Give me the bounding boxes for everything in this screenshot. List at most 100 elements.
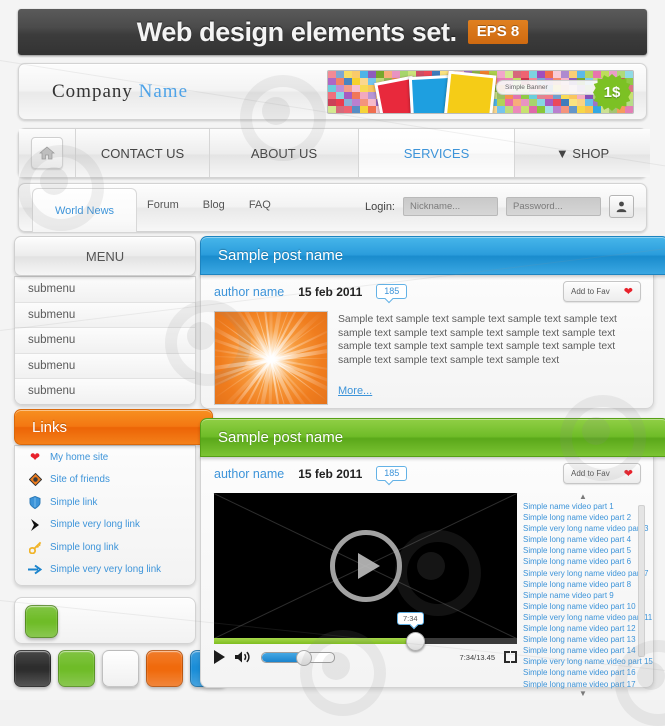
playlist-items: Simple name video part 1 Simple long name… — [523, 501, 653, 690]
link-row[interactable]: Simple link — [15, 491, 195, 514]
links-panel-header: Links — [14, 409, 213, 445]
post-blue-meta: author name 15 feb 2011 185 — [214, 284, 408, 299]
post-green-comment-count[interactable]: 185 — [376, 466, 408, 481]
play-icon[interactable] — [214, 650, 225, 664]
post-blue-body: author name 15 feb 2011 185 Add to Fav ❤… — [200, 272, 654, 409]
playlist-item[interactable]: Simple very long name video part 11 — [523, 612, 652, 623]
link-row[interactable]: ❤ My home site — [15, 446, 195, 469]
selected-color-swatch[interactable] — [25, 605, 58, 638]
home-icon — [31, 137, 63, 169]
link-row[interactable]: Site of friends — [15, 469, 195, 492]
playlist-item[interactable]: Simple long name video part 5 — [523, 545, 643, 556]
playlist-item[interactable]: Simple very long name video part 3 — [523, 523, 648, 534]
nav-row: CONTACT US ABOUT US SERVICES ▼ SHOP — [19, 129, 650, 177]
color-swatch[interactable] — [58, 650, 95, 687]
sidebar-submenu-item[interactable]: submenu — [15, 379, 195, 404]
user-login-button[interactable] — [609, 195, 634, 218]
nav-item-about-us[interactable]: ABOUT US — [210, 129, 359, 177]
video-seek-bar[interactable]: 7:34 — [214, 612, 517, 651]
login-label: Login: — [365, 200, 395, 213]
post-green-author[interactable]: author name — [214, 467, 284, 481]
playlist-scrollbar[interactable] — [638, 505, 645, 657]
sidebar-submenu-item[interactable]: submenu — [15, 302, 195, 328]
link-label: Simple very long link — [50, 519, 140, 531]
video-player[interactable] — [213, 492, 518, 640]
sidebar-submenu-item[interactable]: submenu — [15, 353, 195, 379]
link-label: My home site — [50, 451, 109, 463]
post-blue-header: Sample post name — [200, 236, 665, 275]
company-logo: Company Name — [52, 81, 188, 103]
post-blue-date: 15 feb 2011 — [298, 284, 363, 299]
playlist-scroll-up[interactable]: ▲ — [523, 493, 643, 501]
play-icon[interactable] — [329, 529, 402, 602]
playlist-item[interactable]: Simple long name video part 14 — [523, 645, 643, 656]
post-blue-thumbnail[interactable] — [214, 311, 328, 405]
link-label: Simple very very long link — [50, 564, 162, 576]
video-seek-tooltip: 7:34 — [396, 612, 424, 625]
password-input[interactable] — [506, 197, 601, 216]
video-seek-fill — [214, 638, 414, 644]
link-row[interactable]: Simple very very long link — [15, 559, 195, 582]
playlist-item[interactable]: Simple very long name video part 15 — [523, 656, 653, 667]
post-blue-add-to-fav-button[interactable]: Add to Fav ❤ — [563, 281, 641, 302]
playlist-item[interactable]: Simple long name video part 10 — [523, 601, 643, 612]
link-row[interactable]: Simple long link — [15, 536, 195, 559]
playlist-item[interactable]: Simple name video part 9 — [523, 590, 643, 601]
price-badge: 1$ — [593, 74, 631, 111]
link-row[interactable]: Simple very long link — [15, 514, 195, 537]
sidebar-submenu-item[interactable]: submenu — [15, 277, 195, 303]
heart-icon: ❤ — [29, 450, 41, 465]
playlist-item[interactable]: Simple long name video part 16 — [523, 667, 643, 678]
color-swatch[interactable] — [14, 650, 51, 687]
playlist-scroll-down[interactable]: ▼ — [523, 689, 643, 698]
nickname-input[interactable] — [403, 197, 498, 216]
playlist-item[interactable]: Simple long name video part 17 — [523, 679, 643, 690]
heart-icon: ❤ — [623, 468, 633, 480]
tab-faq[interactable]: FAQ — [249, 199, 271, 211]
post-blue-more-link[interactable]: More... — [338, 385, 372, 397]
playlist-item[interactable]: Simple long name video part 2 — [523, 512, 643, 523]
play-arrow-icon — [28, 518, 42, 532]
banner-label: Simple Banner — [496, 80, 609, 95]
post-green-date: 15 feb 2011 — [298, 466, 363, 481]
post-green-header: Sample post name — [200, 418, 665, 457]
sidebar-submenu-list: submenu submenu submenu submenu submenu — [14, 276, 196, 405]
advertising-banner[interactable]: Simple Banner 1$ — [327, 70, 634, 114]
volume-icon[interactable] — [234, 650, 252, 664]
page-root: Web design elements set. EPS 8 Company N… — [0, 0, 665, 726]
company-bar: Company Name Simple Banner 1$ — [18, 63, 647, 120]
playlist-item[interactable]: Simple long name video part 6 — [523, 556, 643, 567]
video-controls: 7:34/13.45 — [214, 647, 517, 667]
nav-item-services[interactable]: SERVICES — [359, 129, 515, 177]
links-panel-body: ❤ My home site Site of friends Simple link S… — [14, 445, 196, 586]
post-blue-author[interactable]: author name — [214, 285, 284, 299]
sidebar-menu-header[interactable]: MENU — [14, 236, 196, 276]
playlist-item[interactable]: Simple long name video part 4 — [523, 534, 643, 545]
tab-blog[interactable]: Blog — [203, 199, 225, 211]
playlist-item[interactable]: Simple very long name video part 7 — [523, 568, 648, 579]
tab-world-news[interactable]: World News — [32, 188, 137, 232]
link-label: Site of friends — [50, 474, 110, 486]
nav-item-shop[interactable]: ▼ SHOP — [515, 129, 650, 177]
company-name-second: Name — [138, 81, 189, 102]
arrow-right-icon — [28, 563, 42, 577]
post-green-add-to-fav-button[interactable]: Add to Fav ❤ — [563, 463, 641, 484]
volume-slider[interactable] — [261, 649, 335, 666]
tab-forum[interactable]: Forum — [147, 199, 179, 211]
nav-home-button[interactable] — [19, 129, 76, 177]
volume-handle[interactable] — [296, 649, 313, 666]
fullscreen-icon[interactable] — [504, 651, 517, 663]
playlist-item[interactable]: Simple long name video part 8 — [523, 579, 643, 590]
playlist-item[interactable]: Simple name video part 1 — [523, 501, 643, 512]
page-title: Web design elements set. — [136, 16, 457, 47]
color-swatch[interactable] — [146, 650, 183, 687]
playlist-item[interactable]: Simple long name video part 12 — [523, 623, 643, 634]
color-swatch[interactable] — [102, 650, 139, 687]
playlist-item[interactable]: Simple long name video part 13 — [523, 634, 643, 645]
fav-label: Add to Fav — [571, 469, 610, 478]
link-label: Simple link — [50, 496, 98, 508]
nav-item-contact-us[interactable]: CONTACT US — [76, 129, 210, 177]
diamond-icon — [28, 473, 42, 487]
post-blue-comment-count[interactable]: 185 — [376, 284, 408, 299]
sidebar-submenu-item[interactable]: submenu — [15, 328, 195, 354]
